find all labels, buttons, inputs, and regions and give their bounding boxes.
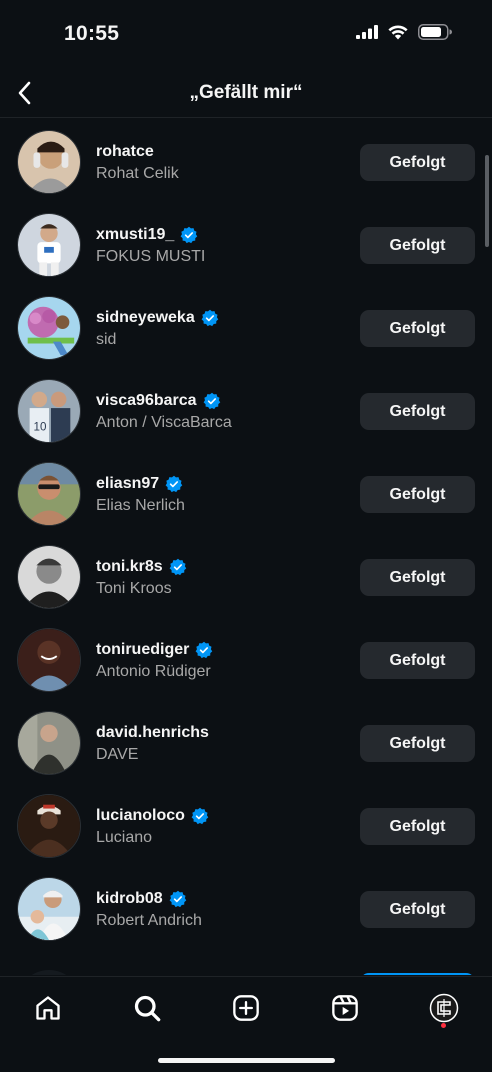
verified-badge-icon [169,890,186,908]
home-icon [36,996,60,1020]
scrollbar[interactable] [485,155,489,247]
full-name: Luciano [96,829,153,846]
username[interactable]: visca96barca [96,391,232,411]
full-name: Rohat Celik [96,165,179,182]
cellular-signal-icon [356,25,378,44]
username[interactable]: kidrob08 [96,889,202,909]
svg-text:10: 10 [34,420,47,433]
following-button[interactable]: Gefolgt [360,144,475,181]
avatar[interactable]: 10 [17,379,81,443]
avatar[interactable] [17,970,81,975]
username[interactable]: david.henrichs [96,723,209,743]
user-row[interactable]: lucianoloco Luciano Gefolgt [0,784,492,867]
user-row[interactable]: toni.kr8s Toni Kroos Gefolgt [0,535,492,618]
notification-dot [441,1023,446,1028]
user-row[interactable]: sidneyeweka sid Gefolgt [0,286,492,369]
follow-button[interactable] [360,973,475,975]
status-time: 10:55 [64,22,120,45]
following-button[interactable]: Gefolgt [360,476,475,513]
user-row-partial[interactable]: ben1999hr [0,950,492,975]
username[interactable]: lucianoloco [96,806,209,826]
avatar[interactable] [17,462,81,526]
avatar[interactable] [17,794,81,858]
following-button[interactable]: Gefolgt [360,642,475,679]
create-icon [233,995,259,1021]
user-row[interactable]: xmusti19_ FOKUS MUSTI Gefolgt [0,203,492,286]
verified-badge-icon [180,226,198,244]
home-indicator [158,1058,335,1063]
verified-badge-icon [165,475,183,493]
avatar[interactable] [17,130,81,194]
battery-icon [418,24,452,45]
username[interactable]: toniruediger [96,640,213,660]
wifi-icon [388,25,408,45]
bottom-tab-bar [0,976,492,1072]
avatar[interactable] [17,213,81,277]
following-button[interactable]: Gefolgt [360,227,475,264]
user-row[interactable]: eliasn97 Elias Nerlich Gefolgt [0,452,492,535]
full-name: Antonio Rüdiger [96,663,211,680]
user-row[interactable]: david.henrichs DAVE Gefolgt [0,701,492,784]
verified-badge-icon [195,641,213,659]
following-button[interactable]: Gefolgt [360,559,475,596]
user-row[interactable]: toniruediger Antonio Rüdiger Gefolgt [0,618,492,701]
full-name: Toni Kroos [96,580,172,597]
tab-create[interactable] [229,991,263,1025]
full-name: DAVE [96,746,139,763]
avatar[interactable] [17,296,81,360]
avatar[interactable] [17,545,81,609]
profile-avatar-icon [429,993,459,1023]
full-name: Robert Andrich [96,912,202,929]
full-name: FOKUS MUSTI [96,248,206,265]
status-icons [356,24,452,45]
header: „Gefällt mir“ [0,68,492,118]
following-button[interactable]: Gefolgt [360,393,475,430]
likes-list[interactable]: rohatce Rohat Celik Gefolgt xmusti19_ FO… [0,120,492,975]
username[interactable]: eliasn97 [96,474,185,494]
verified-badge-icon [169,558,186,576]
full-name: Elias Nerlich [96,497,185,514]
verified-badge-icon [203,392,220,410]
following-button[interactable]: Gefolgt [360,310,475,347]
page-title: „Gefällt mir“ [189,82,303,103]
avatar[interactable] [17,877,81,941]
user-row[interactable]: kidrob08 Robert Andrich Gefolgt [0,867,492,950]
avatar[interactable] [17,628,81,692]
following-button[interactable]: Gefolgt [360,725,475,762]
username[interactable]: sidneyeweka [96,308,219,328]
reels-icon [332,995,358,1021]
user-row[interactable]: 10 visca96barca Anton / ViscaBarca Gefol… [0,369,492,452]
avatar[interactable] [17,711,81,775]
username[interactable]: xmusti19_ [96,225,205,245]
username[interactable]: rohatce [96,142,179,162]
status-bar: 10:55 [0,0,492,68]
full-name: sid [96,331,117,348]
tab-profile[interactable] [427,991,461,1025]
following-button[interactable]: Gefolgt [360,891,475,928]
tab-search[interactable] [130,991,164,1025]
user-row[interactable]: rohatce Rohat Celik Gefolgt [0,120,492,203]
verified-badge-icon [191,807,209,825]
verified-badge-icon [201,309,218,327]
username[interactable]: toni.kr8s [96,557,187,577]
tab-home[interactable] [31,991,65,1025]
following-button[interactable]: Gefolgt [360,808,475,845]
full-name: Anton / ViscaBarca [96,414,232,431]
search-icon [134,995,161,1022]
tab-reels[interactable] [328,991,362,1025]
